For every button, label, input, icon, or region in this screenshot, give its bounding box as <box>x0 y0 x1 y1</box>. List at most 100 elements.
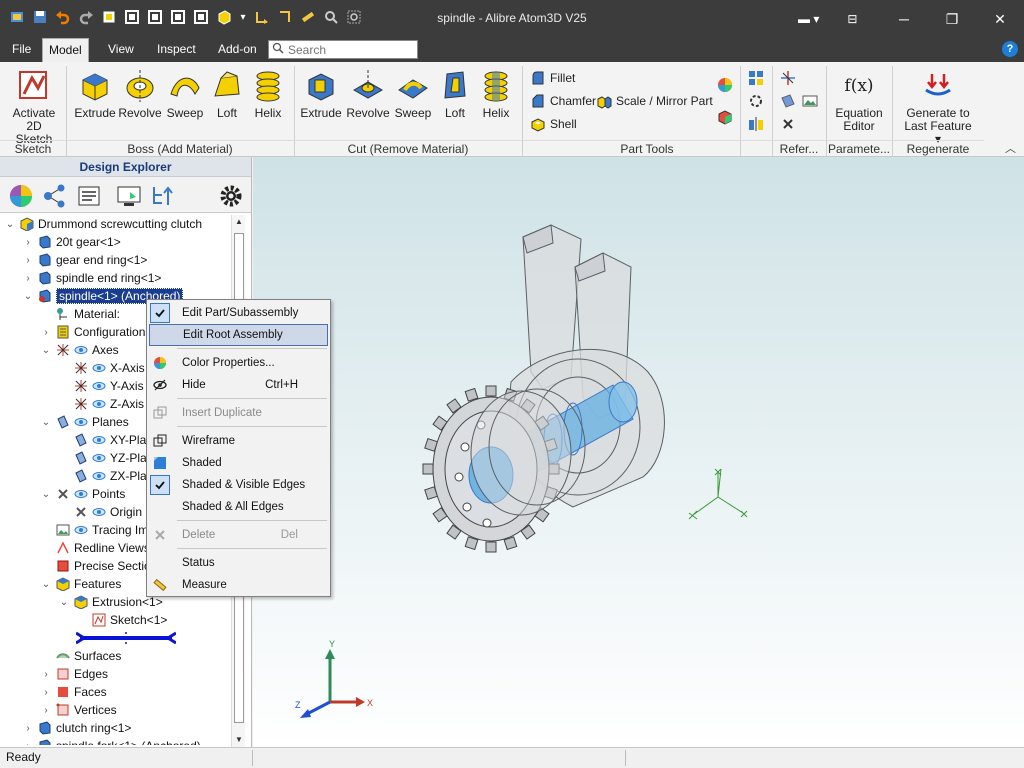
expand-chevron-icon[interactable]: › <box>40 668 52 680</box>
menu-item-status[interactable]: Status <box>149 552 328 574</box>
visibility-eye-icon[interactable] <box>92 451 106 465</box>
close-button[interactable]: ✕ <box>976 0 1024 38</box>
collapse-chevron-icon[interactable]: ⌄ <box>40 344 52 356</box>
boss-sweep-button[interactable]: Sweep <box>164 68 206 120</box>
menu-item-shaded-all-edges[interactable]: Shaded & All Edges <box>149 496 328 518</box>
activate-2d-sketch-button[interactable]: Activate 2D Sketch <box>10 68 58 146</box>
gear-icon[interactable] <box>218 183 244 209</box>
model-canvas[interactable]: Y X Z <box>253 157 1024 747</box>
display-settings-icon[interactable] <box>116 183 142 209</box>
mirror-icon[interactable] <box>748 116 764 132</box>
collapse-chevron-icon[interactable]: ⌄ <box>22 290 34 302</box>
tree-item[interactable]: Sketch<1> <box>76 611 167 629</box>
expand-chevron-icon[interactable]: › <box>40 704 52 716</box>
collapse-ribbon-icon[interactable]: ︿ <box>1005 140 1016 156</box>
menu-item-edit-part[interactable]: Edit Part/Subassembly <box>149 302 328 324</box>
collapse-chevron-icon[interactable]: ⌄ <box>58 596 70 608</box>
menu-item-color-properties[interactable]: Color Properties... <box>149 352 328 374</box>
visibility-eye-icon[interactable] <box>92 433 106 447</box>
dependencies-icon[interactable] <box>42 183 68 209</box>
color-properties-icon[interactable] <box>8 183 34 209</box>
tab-model[interactable]: Model <box>42 38 89 62</box>
menu-item-insert-duplicate[interactable]: Insert Duplicate <box>149 402 328 424</box>
tree-item[interactable]: YZ-Pla <box>58 449 147 467</box>
tree-item[interactable]: Precise Sectio <box>40 557 151 575</box>
visibility-eye-icon[interactable] <box>74 343 88 357</box>
visibility-eye-icon[interactable] <box>74 523 88 537</box>
boss-extrude-button[interactable]: Extrude <box>74 68 116 120</box>
collapse-chevron-icon[interactable]: ⌄ <box>40 416 52 428</box>
tree-item[interactable]: Surfaces <box>40 647 121 665</box>
display-dropdown[interactable]: ▬ ▾ <box>798 12 819 26</box>
cut-sweep-button[interactable]: Sweep <box>392 68 434 120</box>
visibility-eye-icon[interactable] <box>92 397 106 411</box>
chamfer-button[interactable]: Chamfer <box>530 93 596 109</box>
cut-revolve-button[interactable]: Revolve <box>346 68 390 120</box>
tab-inspect[interactable]: Inspect <box>151 38 202 62</box>
search-box[interactable] <box>268 40 418 59</box>
pattern-icon[interactable] <box>748 70 764 86</box>
tree-item[interactable]: › Edges <box>40 665 108 683</box>
tree-item[interactable]: Origin <box>58 503 142 521</box>
axis-icon[interactable] <box>780 70 796 86</box>
ribbon-display-icon[interactable]: ⊟ <box>847 12 857 26</box>
scroll-down-icon[interactable]: ▼ <box>232 733 246 747</box>
circular-pattern-icon[interactable] <box>748 93 764 109</box>
tree-item[interactable]: Y-Axis <box>58 377 144 395</box>
visibility-eye-icon[interactable] <box>92 379 106 393</box>
expand-chevron-icon[interactable]: › <box>40 686 52 698</box>
material-icon[interactable] <box>717 109 733 125</box>
menu-item-shaded-visible-edges[interactable]: Shaded & Visible Edges <box>149 474 328 496</box>
tree-item[interactable]: Redline Views <box>40 539 150 557</box>
cut-helix-button[interactable]: Helix <box>478 68 514 120</box>
menu-item-wireframe[interactable]: Wireframe <box>149 430 328 452</box>
search-input[interactable] <box>288 42 408 57</box>
expand-chevron-icon[interactable]: › <box>22 722 34 734</box>
boss-revolve-button[interactable]: Revolve <box>118 68 162 120</box>
tree-item[interactable]: XY-Pla <box>58 431 146 449</box>
tree-item[interactable]: ZX-Pla <box>58 467 147 485</box>
tree-item[interactable]: ⌄ Drummond screwcutting clutch <box>4 215 202 233</box>
menu-item-delete[interactable]: Delete Del <box>149 524 328 546</box>
tab-addon[interactable]: Add-on <box>212 38 263 62</box>
tree-item[interactable]: › gear end ring<1> <box>22 251 147 269</box>
tree-item[interactable]: Material: <box>40 305 120 323</box>
help-button[interactable]: ? <box>1002 41 1018 57</box>
tree-item[interactable]: Z-Axis <box>58 395 144 413</box>
fillet-button[interactable]: Fillet <box>530 70 575 86</box>
visibility-eye-icon[interactable] <box>74 487 88 501</box>
equation-editor-button[interactable]: f(x) Equation Editor <box>834 68 884 133</box>
cut-extrude-button[interactable]: Extrude <box>300 68 342 120</box>
tree-item[interactable]: › Vertices <box>40 701 116 719</box>
image-icon[interactable] <box>802 93 818 109</box>
tree-item[interactable]: Tracing Im <box>40 521 148 539</box>
color-wheel-icon[interactable] <box>717 77 733 93</box>
tree-item[interactable]: › spindle fork<1> (Anchored) <box>22 737 201 745</box>
expand-chevron-icon[interactable]: › <box>22 236 34 248</box>
shell-button[interactable]: Shell <box>530 116 577 132</box>
generate-to-last-feature-button[interactable]: Generate to Last Feature ▾ <box>900 68 976 146</box>
collapse-chevron-icon[interactable]: ⌄ <box>40 488 52 500</box>
menu-item-edit-root-assembly[interactable]: Edit Root Assembly <box>149 324 328 346</box>
view-triad[interactable]: Y X Z <box>295 639 373 718</box>
expand-chevron-icon[interactable]: › <box>22 254 34 266</box>
tree-item[interactable]: › 20t gear<1> <box>22 233 120 251</box>
tree-item[interactable]: › clutch ring<1> <box>22 719 131 737</box>
collapse-chevron-icon[interactable]: ⌄ <box>4 218 16 230</box>
tree-sort-icon[interactable] <box>150 183 176 209</box>
rollback-bar[interactable] <box>76 629 176 647</box>
tree-item[interactable]: ⌄ Features <box>40 575 121 593</box>
boss-loft-button[interactable]: Loft <box>208 68 246 120</box>
tree-item[interactable]: › spindle end ring<1> <box>22 269 161 287</box>
tree-item[interactable]: › Configurations <box>40 323 151 341</box>
expand-chevron-icon[interactable]: › <box>22 740 34 746</box>
tree-item[interactable]: ⌄ Axes <box>40 341 119 359</box>
rollback-marker-icon[interactable] <box>76 631 176 645</box>
plane-icon[interactable] <box>780 93 796 109</box>
menu-item-shaded[interactable]: Shaded <box>149 452 328 474</box>
tree-item[interactable]: › Faces <box>40 683 106 701</box>
visibility-eye-icon[interactable] <box>92 469 106 483</box>
properties-icon[interactable] <box>76 183 102 209</box>
tab-file[interactable]: File <box>6 38 37 62</box>
tab-view[interactable]: View <box>102 38 140 62</box>
